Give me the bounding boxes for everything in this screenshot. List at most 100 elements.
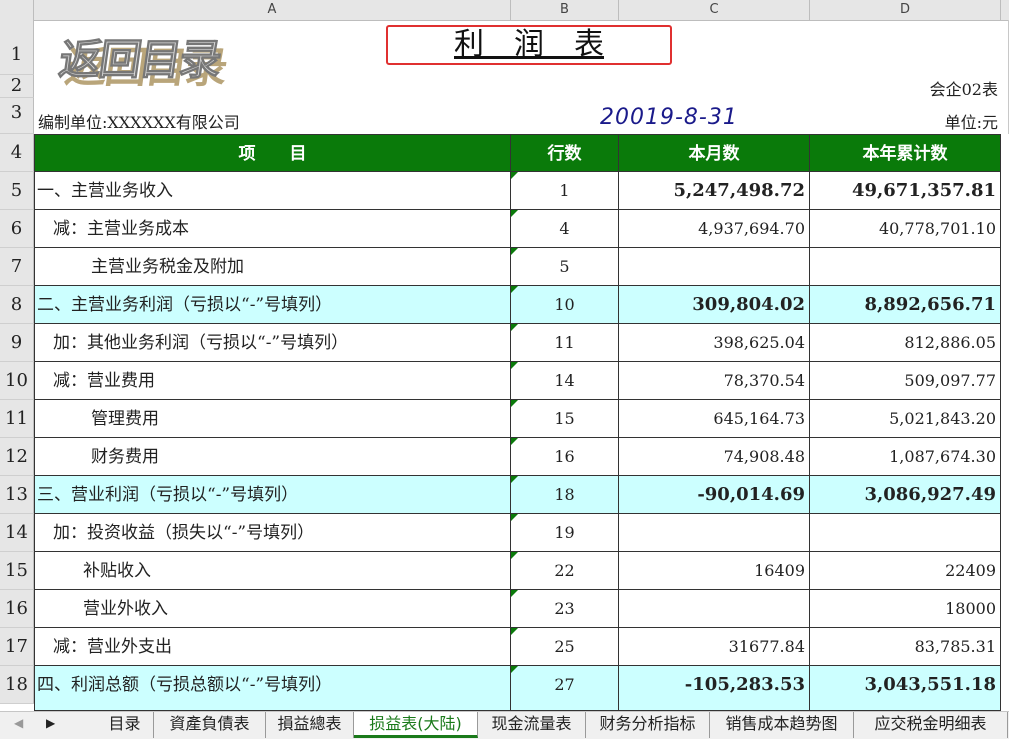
row-line-cell[interactable]: 1: [511, 172, 619, 210]
row-line-cell[interactable]: 15: [511, 400, 619, 438]
number-as-text-marker: [511, 590, 518, 597]
return-to-contents-logo[interactable]: 返回目录 返回目录: [56, 24, 250, 93]
row-item-cell[interactable]: 三、营业利润（亏损以“-”号填列）: [34, 476, 511, 514]
row-month-cell[interactable]: -90,014.69: [619, 476, 810, 514]
row-header-16[interactable]: 16: [0, 590, 34, 628]
row-header-15[interactable]: 15: [0, 552, 34, 590]
row-line-cell[interactable]: 10: [511, 286, 619, 324]
row-header-2[interactable]: 2: [0, 75, 34, 98]
row-line-cell[interactable]: 16: [511, 438, 619, 476]
sheet-tab[interactable]: 损益表(大陆): [354, 712, 478, 738]
row-header-4[interactable]: 4: [0, 134, 34, 172]
row-line-cell[interactable]: 5: [511, 248, 619, 286]
row-ytd-cell[interactable]: 509,097.77: [810, 362, 1001, 400]
row-line-cell[interactable]: 11: [511, 324, 619, 362]
row-month-cell[interactable]: 74,908.48: [619, 438, 810, 476]
row-header-3[interactable]: 3: [0, 98, 34, 134]
row-month-cell[interactable]: 16409: [619, 552, 810, 590]
row-ytd-cell[interactable]: 3,086,927.49: [810, 476, 1001, 514]
row-month-cell[interactable]: [619, 248, 810, 286]
row-month-cell[interactable]: 309,804.02: [619, 286, 810, 324]
row-header-12[interactable]: 12: [0, 438, 34, 476]
row-item-cell[interactable]: 二、主营业务利润（亏损以“-”号填列）: [34, 286, 511, 324]
row-item-cell[interactable]: 减：营业外支出: [34, 628, 511, 666]
scroll-right-icon[interactable]: ▶: [46, 716, 55, 730]
row-header-6[interactable]: 6: [0, 210, 34, 248]
sheet-tab[interactable]: 应交税金明细表: [854, 712, 1008, 738]
number-as-text-marker: [511, 438, 518, 445]
column-header-a[interactable]: A: [34, 0, 511, 20]
row-ytd-cell[interactable]: 5,021,843.20: [810, 400, 1001, 438]
row-month-cell[interactable]: 645,164.73: [619, 400, 810, 438]
select-all-corner[interactable]: [0, 0, 34, 20]
row-item-cell[interactable]: 一、主营业务收入: [34, 172, 511, 210]
row-line-cell-value: 18: [554, 485, 575, 504]
row-item-cell[interactable]: 四、利润总额（亏损总额以“-”号填列）: [34, 666, 511, 711]
row-header-7[interactable]: 7: [0, 248, 34, 286]
row-month-cell[interactable]: 398,625.04: [619, 324, 810, 362]
row-header-8[interactable]: 8: [0, 286, 34, 324]
row-line-cell[interactable]: 27: [511, 666, 619, 711]
row-ytd-cell[interactable]: 49,671,357.81: [810, 172, 1001, 210]
row-month-cell[interactable]: [619, 514, 810, 552]
row-month-cell[interactable]: 31677.84: [619, 628, 810, 666]
row-header-18[interactable]: 18: [0, 666, 34, 704]
row-month-cell-value: 4,937,694.70: [698, 219, 805, 238]
row-ytd-cell[interactable]: 22409: [810, 552, 1001, 590]
row-item-cell[interactable]: 补贴收入: [34, 552, 511, 590]
row-item-cell[interactable]: 减：营业费用: [34, 362, 511, 400]
row-line-cell[interactable]: 22: [511, 552, 619, 590]
row-item-cell[interactable]: 主营业务税金及附加: [34, 248, 511, 286]
row-header-14[interactable]: 14: [0, 514, 34, 552]
row-month-cell[interactable]: [619, 590, 810, 628]
row-ytd-cell[interactable]: 812,886.05: [810, 324, 1001, 362]
sheet-tab[interactable]: 财务分析指标: [586, 712, 710, 738]
number-as-text-marker: [511, 286, 518, 293]
row-header-5[interactable]: 5: [0, 172, 34, 210]
scroll-left-icon[interactable]: ◀: [14, 716, 23, 730]
column-header-c[interactable]: C: [619, 0, 810, 20]
row-month-cell[interactable]: 5,247,498.72: [619, 172, 810, 210]
sheet-tab[interactable]: 现金流量表: [478, 712, 586, 738]
number-as-text-marker: [511, 210, 518, 217]
row-ytd-cell[interactable]: 40,778,701.10: [810, 210, 1001, 248]
row-line-cell[interactable]: 25: [511, 628, 619, 666]
row-ytd-cell[interactable]: 8,892,656.71: [810, 286, 1001, 324]
row-item-cell[interactable]: 营业外收入: [34, 590, 511, 628]
row-month-cell-value: 398,625.04: [713, 333, 805, 352]
row-line-cell[interactable]: 18: [511, 476, 619, 514]
row-item-cell[interactable]: 财务费用: [34, 438, 511, 476]
row-line-cell-value: 23: [554, 599, 575, 618]
row-header-13[interactable]: 13: [0, 476, 34, 514]
row-line-cell[interactable]: 23: [511, 590, 619, 628]
sheet-tab[interactable]: 資產負債表: [154, 712, 266, 738]
row-item-cell[interactable]: 加：其他业务利润（亏损以“-”号填列）: [34, 324, 511, 362]
row-ytd-cell[interactable]: [810, 248, 1001, 286]
row-header-1[interactable]: 1: [0, 20, 34, 75]
row-month-cell[interactable]: -105,283.53: [619, 666, 810, 711]
row-item-cell[interactable]: 管理费用: [34, 400, 511, 438]
sheet-tab[interactable]: 销售成本趋势图: [710, 712, 854, 738]
column-header-b[interactable]: B: [511, 0, 619, 20]
row-header-10[interactable]: 10: [0, 362, 34, 400]
row-ytd-cell[interactable]: [810, 514, 1001, 552]
sheet-tab[interactable]: 損益總表: [266, 712, 354, 738]
row-line-cell[interactable]: 14: [511, 362, 619, 400]
column-header-d[interactable]: D: [810, 0, 1001, 20]
row-header-17[interactable]: 17: [0, 628, 34, 666]
row-ytd-cell-value: 509,097.77: [904, 371, 996, 390]
row-line-cell[interactable]: 4: [511, 210, 619, 248]
row-ytd-cell[interactable]: 3,043,551.18: [810, 666, 1001, 711]
row-item-cell[interactable]: 加：投资收益（损失以“-”号填列）: [34, 514, 511, 552]
row-month-cell[interactable]: 4,937,694.70: [619, 210, 810, 248]
row-ytd-cell[interactable]: 83,785.31: [810, 628, 1001, 666]
row-month-cell[interactable]: 78,370.54: [619, 362, 810, 400]
row-ytd-cell[interactable]: 18000: [810, 590, 1001, 628]
row-item-cell[interactable]: 减：主营业务成本: [34, 210, 511, 248]
row-header-9[interactable]: 9: [0, 324, 34, 362]
sheet-tab[interactable]: 目录: [96, 712, 154, 738]
row-ytd-cell[interactable]: 1,087,674.30: [810, 438, 1001, 476]
row-header-11[interactable]: 11: [0, 400, 34, 438]
row-month-cell-value: 5,247,498.72: [673, 180, 805, 201]
row-line-cell[interactable]: 19: [511, 514, 619, 552]
